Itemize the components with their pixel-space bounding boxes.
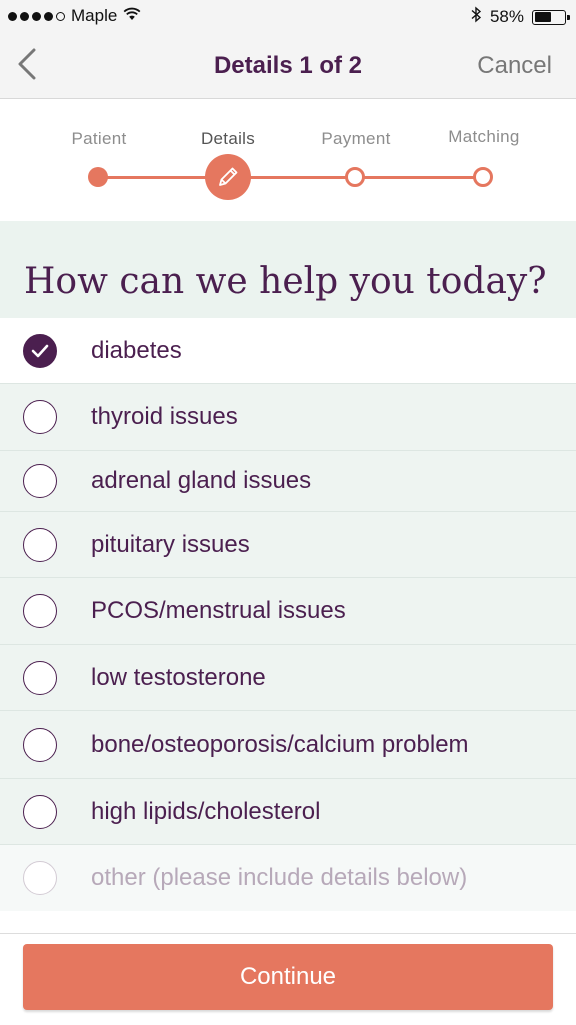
option-label: diabetes (91, 336, 182, 364)
progress-stepper: Patient Details Payment Matching (0, 99, 576, 221)
pencil-icon (219, 167, 238, 186)
checkmark-icon (31, 344, 49, 357)
signal-strength-icon (8, 11, 65, 21)
option-label: high lipids/cholesterol (91, 797, 321, 825)
wifi-icon (123, 6, 141, 26)
radio-icon (23, 400, 57, 434)
option-label: thyroid issues (91, 403, 238, 430)
step-label-matching: Matching (448, 127, 520, 146)
option-high-lipids[interactable]: high lipids/cholesterol (0, 779, 576, 845)
option-label: bone/osteoporosis/calcium problem (91, 730, 469, 758)
cancel-button[interactable]: Cancel (477, 52, 552, 80)
option-pituitary[interactable]: pituitary issues (0, 512, 576, 578)
bluetooth-icon (471, 6, 482, 28)
radio-icon (23, 527, 57, 562)
option-adrenal[interactable]: adrenal gland issues (0, 451, 576, 512)
footer: Continue (0, 933, 576, 1025)
nav-bar: Details 1 of 2 Cancel (0, 32, 576, 99)
step-node-matching (473, 167, 493, 187)
carrier-name: Maple (71, 6, 118, 25)
step-label-details: Details (200, 129, 256, 148)
radio-icon (23, 464, 57, 498)
continue-button[interactable]: Continue (23, 944, 553, 1010)
battery-icon (532, 9, 570, 25)
step-label-payment: Payment (321, 129, 391, 148)
step-node-payment (345, 167, 365, 187)
battery-percent: 58% (489, 7, 524, 26)
checked-radio-icon (23, 333, 57, 368)
status-bar: Maple 58% (0, 0, 576, 32)
option-label: other (please include details below) (91, 864, 468, 891)
status-left: Maple (8, 6, 141, 26)
radio-icon (23, 794, 57, 829)
option-label: adrenal gland issues (91, 467, 312, 494)
radio-icon (23, 861, 57, 895)
question-title: How can we help you today? (24, 261, 547, 302)
radio-icon (23, 594, 57, 628)
radio-icon (23, 660, 57, 695)
radio-icon (23, 727, 57, 762)
options-list: diabetes thyroid issues adrenal gland is… (0, 318, 576, 911)
option-label: PCOS/menstrual issues (91, 597, 346, 624)
step-progress-line (98, 176, 484, 179)
question-header: How can we help you today? (0, 221, 576, 318)
step-label-patient: Patient (71, 129, 127, 148)
step-node-details (205, 154, 251, 200)
battery-fill (534, 12, 552, 22)
option-label: low testosterone (91, 663, 266, 691)
option-label: pituitary issues (91, 530, 250, 558)
status-right: 58% (471, 6, 570, 28)
option-low-testosterone[interactable]: low testosterone (0, 645, 576, 711)
option-other[interactable]: other (please include details below) (0, 845, 576, 911)
step-node-patient (88, 167, 108, 187)
option-pcos[interactable]: PCOS/menstrual issues (0, 578, 576, 645)
option-bone[interactable]: bone/osteoporosis/calcium problem (0, 711, 576, 779)
option-diabetes[interactable]: diabetes (0, 318, 576, 384)
option-thyroid[interactable]: thyroid issues (0, 384, 576, 451)
